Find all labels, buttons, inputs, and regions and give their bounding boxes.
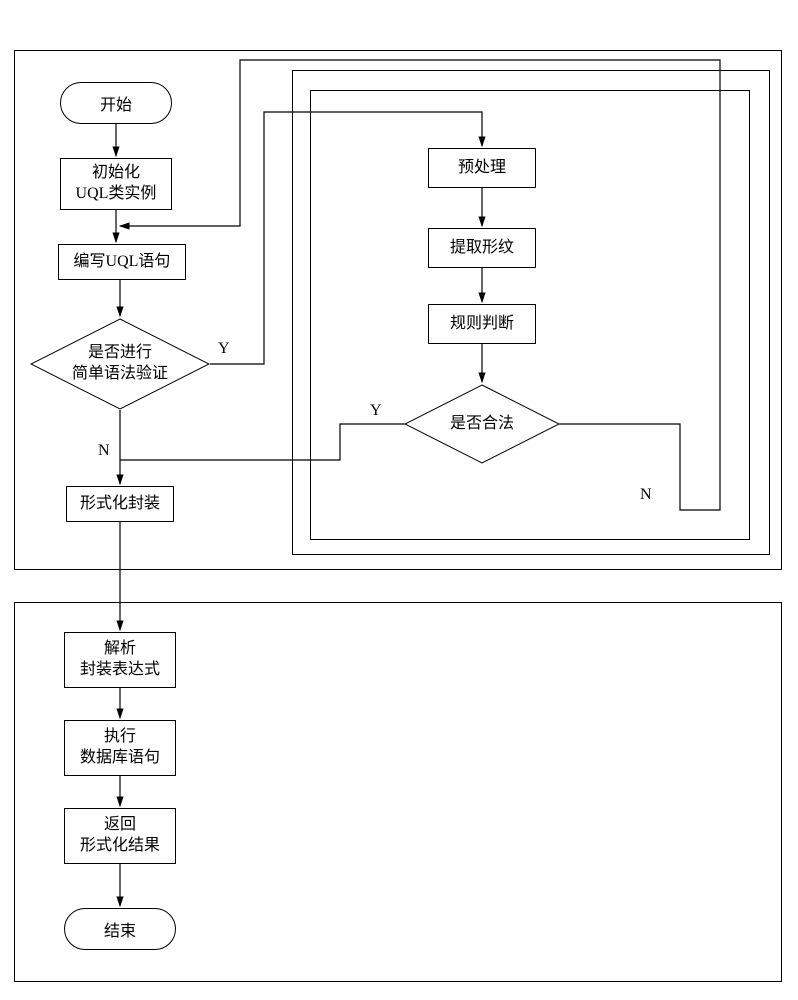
- flow-arrows: [0, 0, 798, 1000]
- legal-yes-label: Y: [370, 402, 382, 420]
- validate-no-label: N: [98, 442, 110, 460]
- legal-no-label: N: [640, 486, 652, 504]
- validate-yes-label: Y: [218, 340, 230, 358]
